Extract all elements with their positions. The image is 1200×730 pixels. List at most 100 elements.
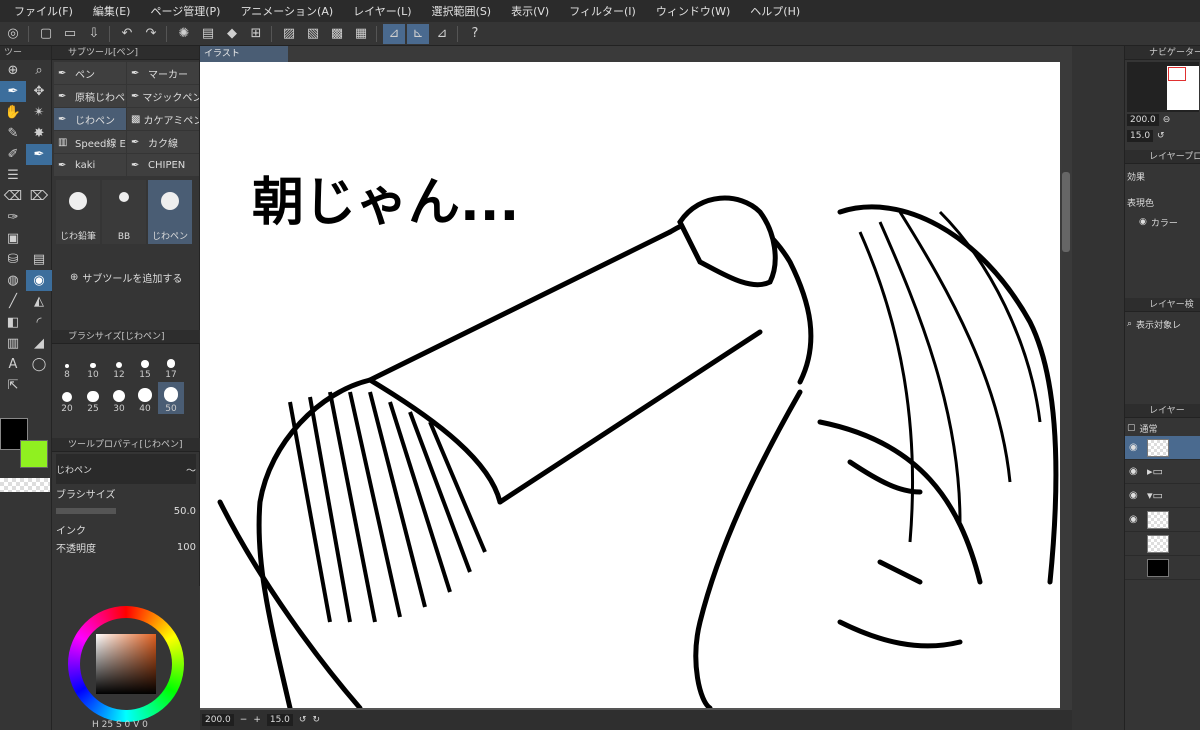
grid-snap-icon[interactable]: ⊿ — [431, 24, 453, 44]
brush-size-option[interactable]: 15 — [132, 348, 158, 380]
special-ruler-snap-icon[interactable]: ⊾ — [407, 23, 429, 44]
menu-file[interactable]: ファイル(F) — [4, 3, 83, 19]
rotate-left-icon[interactable]: ↺ — [299, 715, 307, 725]
menu-animation[interactable]: アニメーション(A) — [230, 3, 343, 19]
eye-icon[interactable]: ◉ — [1129, 466, 1141, 477]
brush-size-option[interactable]: 25 — [80, 382, 106, 414]
crop-icon[interactable]: ▧ — [302, 24, 324, 44]
menu-help[interactable]: ヘルプ(H) — [740, 3, 810, 19]
scroll-thumb[interactable] — [1062, 172, 1070, 252]
undo-icon[interactable]: ↶ — [116, 24, 138, 44]
eye-icon[interactable]: ◉ — [1129, 442, 1141, 453]
ink-pen-icon[interactable]: ✒ — [26, 144, 52, 165]
subtool-item[interactable]: ✒ ペン — [54, 62, 126, 84]
brush-size-option[interactable]: 17 — [158, 348, 184, 380]
zoom-in-icon[interactable]: + — [253, 715, 261, 725]
brush-size-option[interactable]: 30 — [106, 382, 132, 414]
operation-icon[interactable]: ⊕ — [0, 60, 26, 81]
menu-view[interactable]: 表示(V) — [501, 3, 559, 19]
subtool-item-selected[interactable]: ✒ じわペン — [54, 108, 126, 130]
menu-window[interactable]: ウィンドウ(W) — [646, 3, 740, 19]
saturation-square[interactable] — [96, 634, 156, 694]
correction-icon[interactable]: ⇱ — [0, 375, 26, 396]
navigator-angle[interactable]: 15.0 — [1127, 130, 1154, 142]
open-folder-icon[interactable]: ▭ — [59, 24, 81, 44]
rotate-right-icon[interactable]: ↻ — [312, 715, 320, 725]
snap-icon[interactable]: ▩ — [326, 24, 348, 44]
add-subtool-button[interactable]: ⊕ サブツールを追加する — [52, 264, 199, 290]
color-wheel[interactable] — [68, 606, 184, 722]
text-icon[interactable]: A — [0, 354, 26, 375]
pencil-icon[interactable]: ✎ — [0, 123, 26, 144]
gradient-icon[interactable]: ◧ — [0, 312, 26, 333]
blend-mode-select[interactable]: 通常 — [1140, 422, 1158, 435]
eraser-icon[interactable]: ⌫ — [0, 186, 26, 207]
layer-search-filter[interactable]: 表示対象レ — [1136, 318, 1181, 331]
lines-icon[interactable]: ☰ — [0, 165, 26, 186]
brush-icon[interactable]: ✐ — [0, 144, 26, 165]
subtool-item[interactable]: ✒ マーカー — [127, 62, 199, 84]
canvas-paper[interactable]: 朝じゃん... — [200, 62, 1060, 708]
vertical-scrollbar[interactable] — [1060, 62, 1072, 710]
eye-icon[interactable]: ◉ — [1129, 490, 1141, 501]
ruler-snap-icon[interactable]: ⊿ — [383, 23, 405, 44]
drop-icon[interactable]: ◍ — [0, 270, 26, 291]
balloon-icon[interactable]: ◯ — [26, 354, 52, 375]
menu-layer[interactable]: レイヤー(L) — [343, 3, 421, 19]
brush-size-slider[interactable] — [56, 508, 116, 514]
document-tab[interactable]: イラスト — [200, 46, 288, 62]
menu-edit[interactable]: 編集(E) — [83, 3, 141, 19]
preset-item-selected[interactable]: じわペン — [148, 180, 192, 244]
redo-icon[interactable]: ↷ — [140, 24, 162, 44]
subtool-item[interactable]: ✒ CHIPEN — [127, 154, 199, 176]
brush-size-option[interactable]: 50 — [158, 382, 184, 414]
background-color[interactable] — [20, 440, 48, 468]
layer-row[interactable]: ◉ ▸▭ — [1125, 460, 1200, 484]
fill-bucket-icon[interactable]: ⛁ — [0, 249, 26, 270]
canvas-area[interactable]: 朝じゃん... — [200, 62, 1072, 710]
zoom-out-icon[interactable]: − — [240, 715, 248, 725]
sparkle-icon[interactable]: ✴ — [26, 102, 52, 123]
bucket-icon[interactable]: ◭ — [26, 291, 52, 312]
frame-icon[interactable]: ▣ — [0, 228, 26, 249]
layer-row[interactable] — [1125, 556, 1200, 580]
zoom-out-icon[interactable]: ⊖ — [1163, 115, 1171, 125]
transform-icon[interactable]: ⊞ — [245, 24, 267, 44]
navigator-thumbnail[interactable] — [1127, 62, 1199, 112]
brush-size-value[interactable]: 50.0 — [174, 506, 196, 517]
clip-studio-icon[interactable]: ◎ — [2, 24, 24, 44]
subtool-item[interactable]: ✒ 原稿じわペ — [54, 85, 126, 107]
brush-size-option[interactable]: 12 — [106, 348, 132, 380]
navigator-zoom[interactable]: 200.0 — [1127, 114, 1159, 126]
move-icon[interactable]: ✥ — [26, 81, 52, 102]
subtool-item[interactable]: ▩ カケアミペン — [127, 108, 199, 130]
opacity-value[interactable]: 100 — [177, 542, 196, 553]
transparent-color[interactable] — [0, 478, 50, 492]
curve-icon[interactable]: ◜ — [26, 312, 52, 333]
menu-page[interactable]: ページ管理(P) — [140, 3, 230, 19]
menu-selection[interactable]: 選択範囲(S) — [422, 3, 502, 19]
brush-size-option[interactable]: 20 — [54, 382, 80, 414]
eraser-soft-icon[interactable]: ⌦ — [26, 186, 52, 207]
help-icon[interactable]: ? — [464, 24, 486, 44]
blend-icon[interactable]: ✸ — [26, 123, 52, 144]
gradient-fill-icon[interactable]: ▤ — [26, 249, 52, 270]
hand-icon[interactable]: ✋ — [0, 102, 26, 123]
subtool-item[interactable]: ✒ マジックペン — [127, 85, 199, 107]
line-icon[interactable]: ╱ — [0, 291, 26, 312]
eyedropper-icon[interactable]: ✑ — [0, 207, 26, 228]
subtool-item[interactable]: ✒ kaki — [54, 154, 126, 176]
clear-icon[interactable]: ▤ — [197, 24, 219, 44]
fill-icon[interactable]: ◆ — [221, 24, 243, 44]
menu-filter[interactable]: フィルター(I) — [559, 3, 646, 19]
preset-item[interactable]: BB — [102, 180, 146, 244]
save-icon[interactable]: ⇩ — [83, 24, 105, 44]
brush-size-option[interactable]: 8 — [54, 348, 80, 380]
new-file-icon[interactable]: ▢ — [35, 24, 57, 44]
loading-icon[interactable]: ✺ — [173, 24, 195, 44]
preset-item[interactable]: じわ鉛筆 — [56, 180, 100, 244]
angle-field[interactable]: 15.0 — [266, 714, 293, 726]
panel-icon[interactable]: ▥ — [0, 333, 26, 354]
drop-fill-icon[interactable]: ◉ — [26, 270, 52, 291]
zoom-icon[interactable]: ⌕ — [26, 60, 52, 81]
